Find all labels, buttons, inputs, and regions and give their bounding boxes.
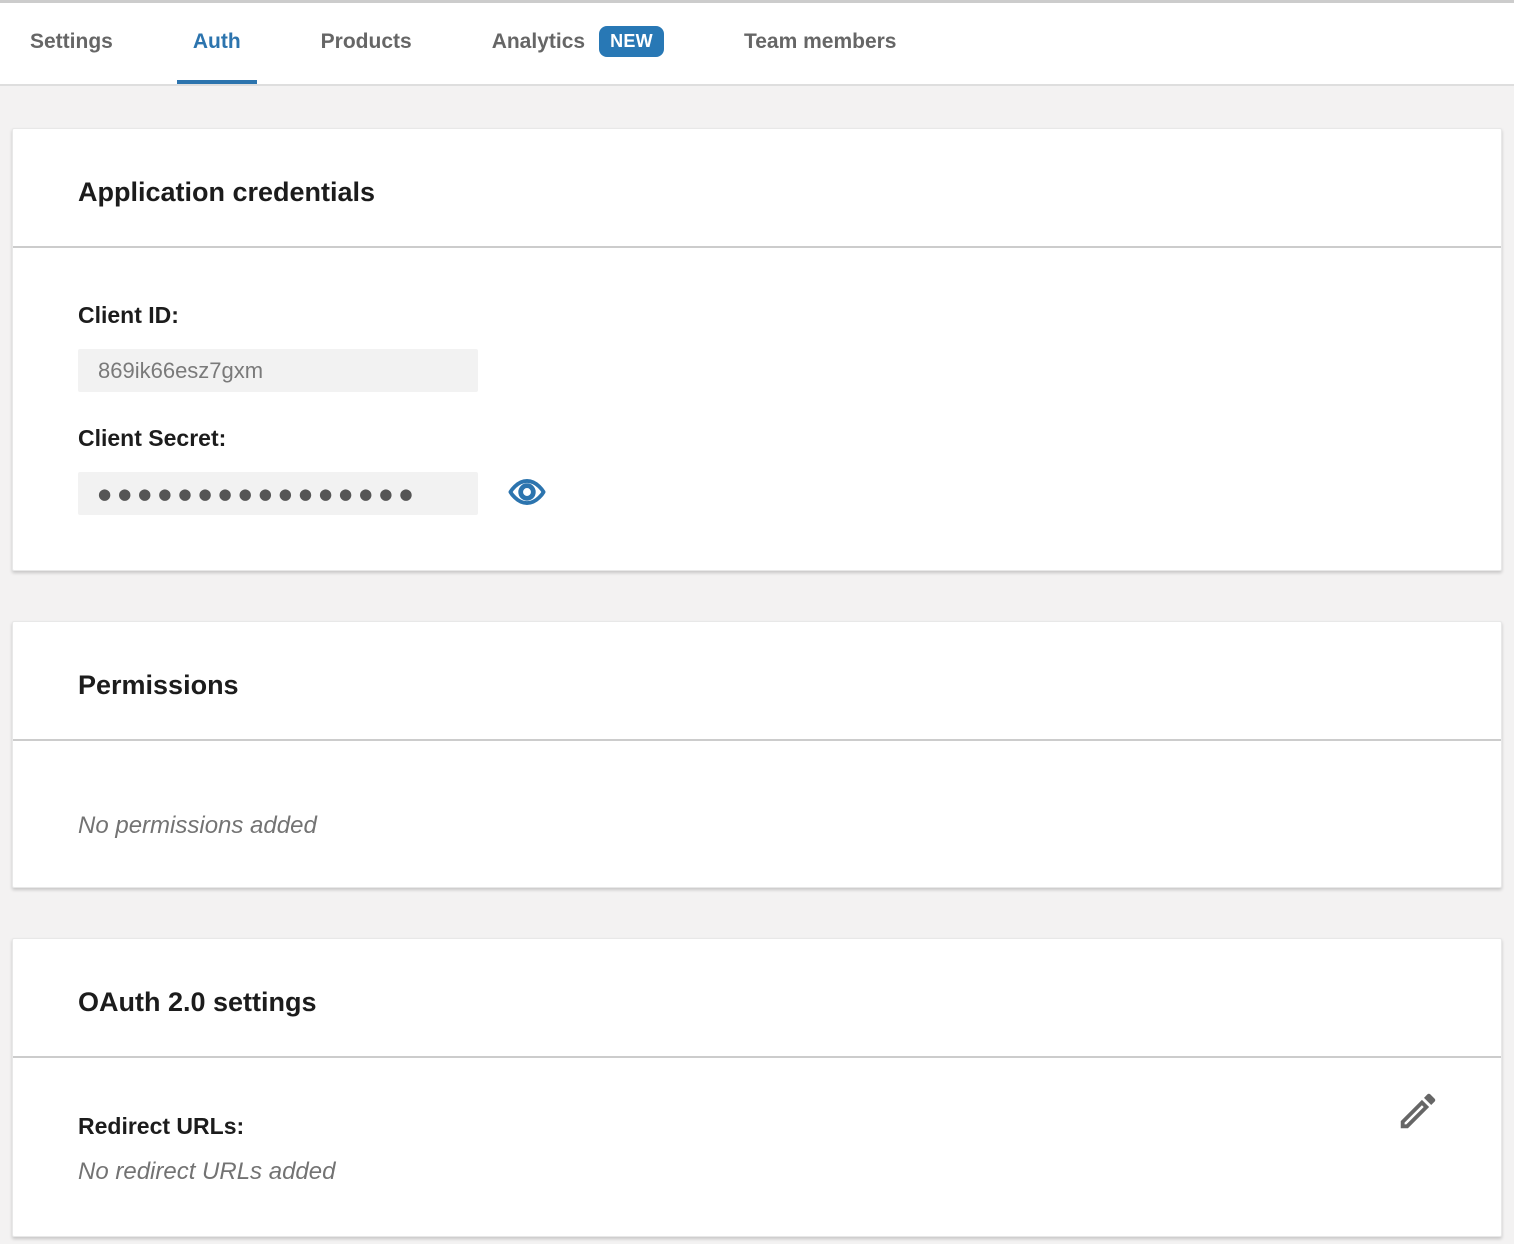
eye-icon bbox=[508, 477, 546, 510]
oauth-settings-title: OAuth 2.0 settings bbox=[78, 986, 1436, 1019]
application-credentials-title: Application credentials bbox=[78, 176, 1436, 209]
tab-settings-label: Settings bbox=[30, 30, 113, 54]
oauth-settings-card: OAuth 2.0 settings Redirect URLs: No red… bbox=[12, 938, 1502, 1237]
permissions-card: Permissions No permissions added bbox=[12, 621, 1502, 888]
tab-team-members-label: Team members bbox=[744, 30, 897, 54]
tab-team-members[interactable]: Team members bbox=[728, 3, 913, 84]
application-credentials-card: Application credentials Client ID: 869ik… bbox=[12, 128, 1502, 571]
client-secret-value: ●●●●●●●●●●●●●●●● bbox=[78, 472, 478, 515]
edit-redirect-urls-button[interactable] bbox=[1395, 1088, 1441, 1137]
permissions-title: Permissions bbox=[78, 669, 1436, 702]
tab-products-label: Products bbox=[321, 30, 412, 54]
client-secret-label: Client Secret: bbox=[78, 425, 1436, 452]
tab-bar: Settings Auth Products Analytics NEW Tea… bbox=[0, 0, 1514, 86]
tab-auth-label: Auth bbox=[193, 30, 241, 54]
client-secret-row: ●●●●●●●●●●●●●●●● bbox=[78, 472, 1436, 515]
new-badge: NEW bbox=[599, 26, 664, 57]
tab-analytics-label: Analytics bbox=[492, 30, 585, 54]
redirect-urls-label: Redirect URLs: bbox=[78, 1113, 1436, 1140]
client-id-value: 869ik66esz7gxm bbox=[78, 349, 478, 392]
permissions-body: No permissions added bbox=[13, 741, 1501, 887]
oauth-settings-header: OAuth 2.0 settings bbox=[13, 939, 1501, 1056]
application-credentials-body: Client ID: 869ik66esz7gxm Client Secret:… bbox=[13, 248, 1501, 570]
tab-analytics[interactable]: Analytics NEW bbox=[476, 3, 680, 84]
toggle-secret-visibility-button[interactable] bbox=[508, 477, 546, 510]
client-id-label: Client ID: bbox=[78, 302, 1436, 329]
no-redirect-urls-text: No redirect URLs added bbox=[78, 1158, 1436, 1186]
tab-auth[interactable]: Auth bbox=[177, 3, 257, 84]
permissions-header: Permissions bbox=[13, 622, 1501, 739]
oauth-settings-body: Redirect URLs: No redirect URLs added bbox=[13, 1058, 1501, 1236]
no-permissions-text: No permissions added bbox=[78, 812, 1436, 840]
pencil-icon bbox=[1395, 1122, 1441, 1137]
tab-settings[interactable]: Settings bbox=[14, 3, 129, 84]
tab-products[interactable]: Products bbox=[305, 3, 428, 84]
application-credentials-header: Application credentials bbox=[13, 129, 1501, 246]
